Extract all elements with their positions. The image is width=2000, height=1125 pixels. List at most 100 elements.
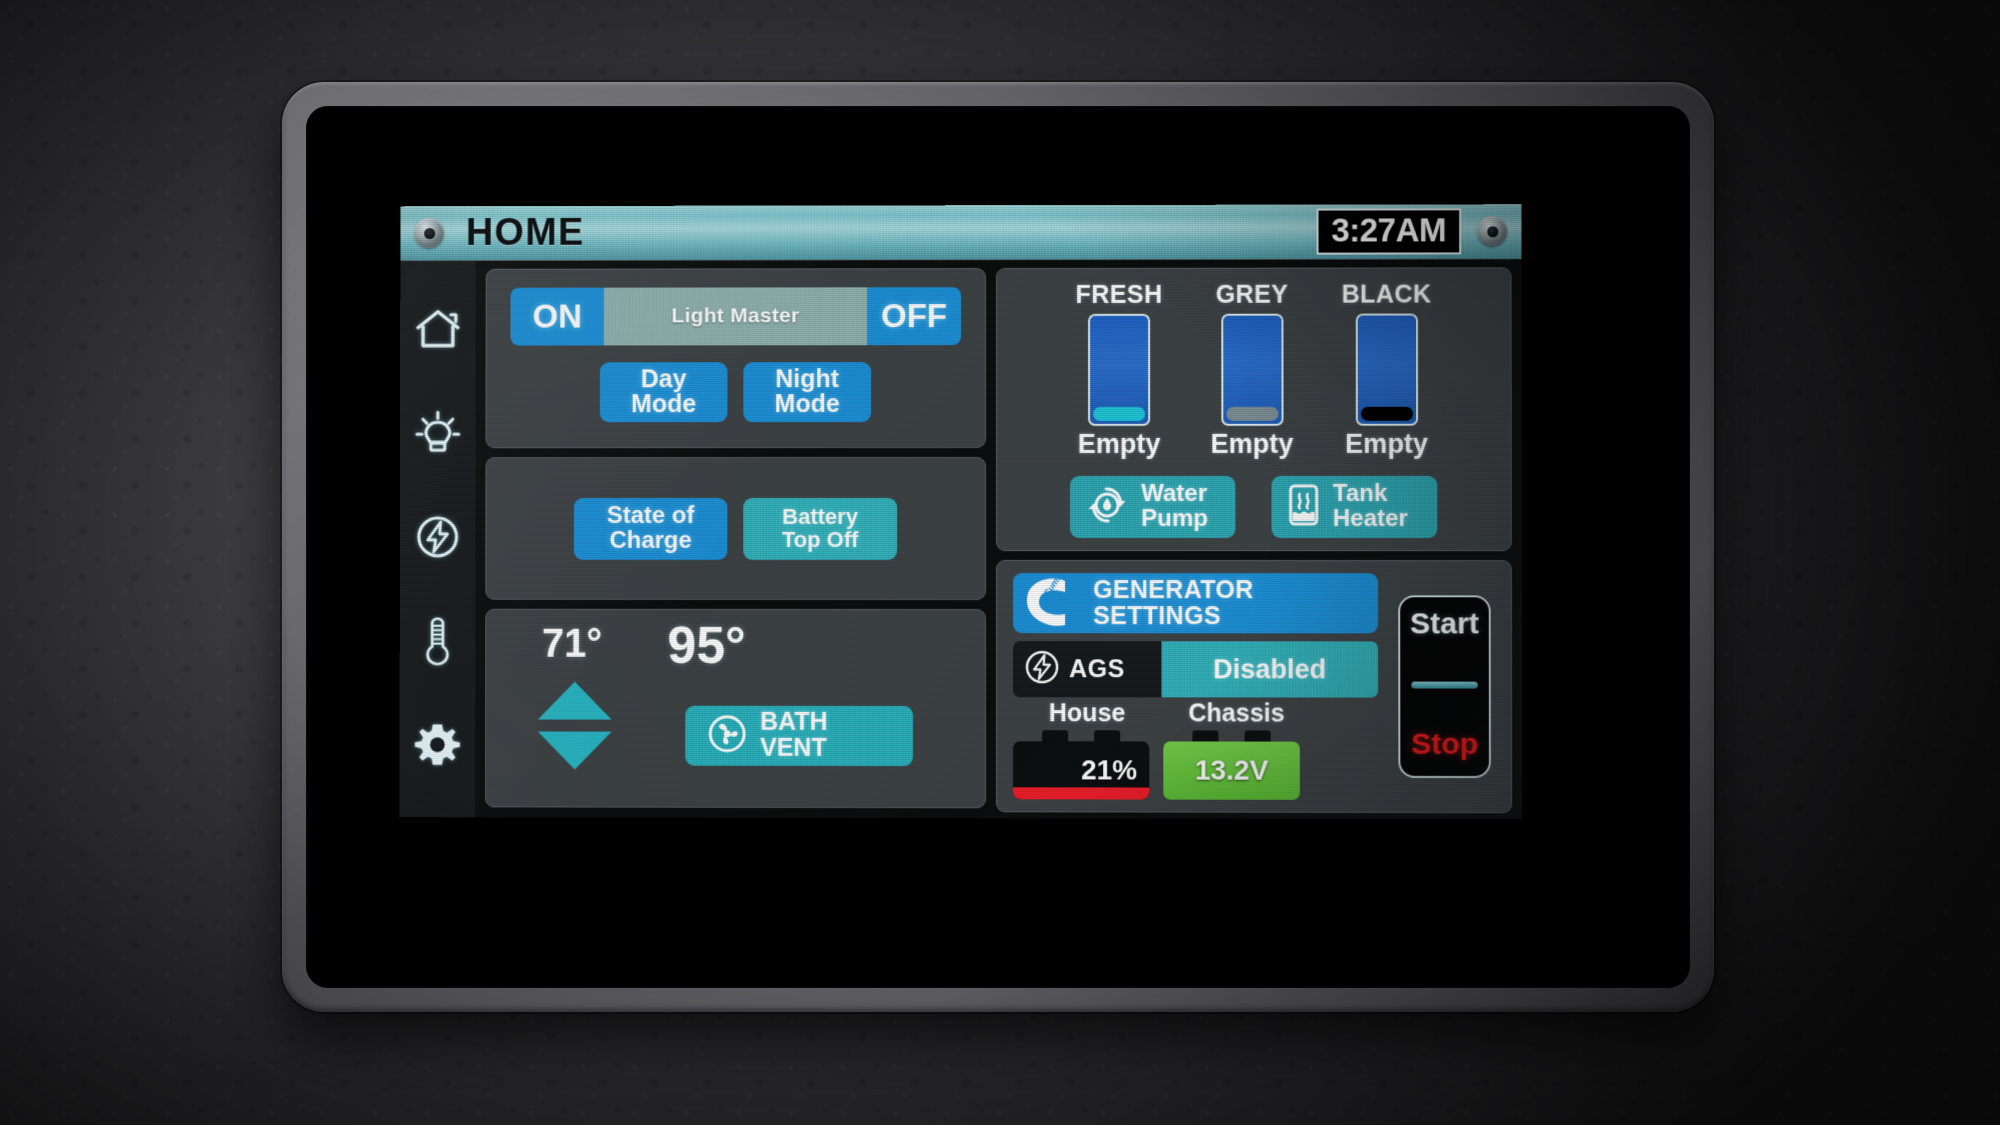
water-pump-icon bbox=[1084, 483, 1130, 530]
tank-black-gauge bbox=[1355, 313, 1418, 426]
chassis-battery-terminals bbox=[1163, 730, 1300, 742]
state-of-charge-button[interactable]: State of Charge bbox=[573, 497, 728, 560]
tank-grey-name: GREY bbox=[1215, 280, 1289, 309]
tank-grey[interactable]: GREY Empty bbox=[1211, 281, 1294, 460]
thermometer-icon bbox=[423, 615, 453, 667]
battery-labels-row: House Chassis bbox=[1013, 699, 1378, 729]
tank-heater-button[interactable]: Tank Heater bbox=[1271, 475, 1438, 539]
generator-right-column: Start Stop bbox=[1392, 573, 1497, 800]
battery-terminal bbox=[1244, 730, 1271, 742]
tank-fresh-fill bbox=[1093, 406, 1146, 421]
generator-settings-button[interactable]: Cummins GENERATOR SETTINGS bbox=[1013, 573, 1379, 634]
day-mode-button[interactable]: Day Mode bbox=[599, 362, 728, 423]
screw-icon bbox=[1477, 216, 1508, 247]
tanks-card: FRESH Empty GREY Empty BLACK Empty Water… bbox=[996, 267, 1512, 552]
clock-display[interactable]: 3:27AM bbox=[1316, 208, 1462, 255]
generator-settings-label: GENERATOR SETTINGS bbox=[1093, 576, 1254, 631]
house-icon bbox=[414, 307, 462, 351]
bath-vent-label-line1: BATH bbox=[760, 708, 828, 737]
tank-fresh-status: Empty bbox=[1077, 428, 1161, 459]
water-pump-button[interactable]: Water Pump bbox=[1070, 475, 1236, 539]
sidebar-nav bbox=[399, 260, 476, 818]
generator-left-column: Cummins GENERATOR SETTINGS bbox=[1013, 573, 1379, 800]
screw-icon bbox=[414, 218, 445, 249]
battery-top-off-button[interactable]: Battery Top Off bbox=[743, 497, 898, 560]
tank-fresh-name: FRESH bbox=[1075, 280, 1163, 309]
battery-indicator-row: 21% 13.2V bbox=[1013, 730, 1378, 800]
sidebar-item-lights[interactable] bbox=[408, 402, 468, 464]
display-screen: HOME 3:27AM ON Light Master OFF Day Mode… bbox=[306, 106, 1690, 988]
day-mode-label-line1: Day bbox=[640, 364, 687, 393]
power-lightning-icon bbox=[414, 513, 462, 561]
chassis-battery-label: Chassis bbox=[1188, 699, 1285, 728]
tank-heater-label: Tank Heater bbox=[1332, 480, 1408, 533]
generator-stop-button[interactable]: Stop bbox=[1411, 728, 1478, 762]
cummins-logo-icon: Cummins bbox=[1021, 573, 1083, 629]
sidebar-item-home[interactable] bbox=[408, 298, 468, 360]
topoff-label-line1: Battery bbox=[782, 503, 858, 529]
topoff-label-line2: Top Off bbox=[781, 526, 859, 552]
tank-gauge-row: FRESH Empty GREY Empty BLACK Empty bbox=[1015, 280, 1493, 460]
fan-icon bbox=[707, 713, 747, 758]
triangle-down-icon[interactable] bbox=[537, 731, 612, 770]
tank-black-name: BLACK bbox=[1341, 280, 1432, 309]
soc-label-line1: State of bbox=[606, 501, 695, 529]
generator-card: Cummins GENERATOR SETTINGS bbox=[996, 560, 1513, 814]
main-content: ON Light Master OFF Day Mode Night Mode … bbox=[475, 259, 1522, 819]
tank-grey-fill bbox=[1225, 406, 1279, 421]
chassis-battery-body: 13.2V bbox=[1163, 741, 1300, 800]
generator-start-button[interactable]: Start bbox=[1410, 607, 1479, 641]
battery-terminal bbox=[1042, 730, 1069, 742]
night-mode-label-line2: Mode bbox=[774, 390, 840, 419]
generator-settings-line2: SETTINGS bbox=[1093, 602, 1221, 631]
sidebar-item-power[interactable] bbox=[408, 506, 468, 568]
light-mode-row: Day Mode Night Mode bbox=[510, 362, 961, 423]
light-master-label: Light Master bbox=[603, 287, 868, 346]
generator-start-stop-rocker[interactable]: Start Stop bbox=[1398, 595, 1491, 779]
tank-grey-gauge bbox=[1220, 313, 1284, 426]
sidebar-item-settings[interactable] bbox=[408, 714, 468, 776]
tank-button-row: Water Pump Tank Heater bbox=[1015, 475, 1493, 539]
chassis-battery-indicator[interactable]: 13.2V bbox=[1163, 730, 1300, 800]
climate-card: 71° 95° BATH VENT bbox=[485, 608, 986, 809]
house-battery-value: 21% bbox=[1081, 754, 1138, 786]
bath-vent-label: BATH VENT bbox=[760, 708, 828, 762]
triangle-up-icon[interactable] bbox=[537, 681, 612, 720]
night-mode-button[interactable]: Night Mode bbox=[743, 362, 872, 423]
day-mode-label-line2: Mode bbox=[631, 390, 697, 419]
lights-card: ON Light Master OFF Day Mode Night Mode bbox=[485, 268, 987, 449]
house-battery-fill bbox=[1013, 787, 1150, 800]
bath-vent-label-line2: VENT bbox=[760, 733, 827, 762]
battery-terminal bbox=[1192, 730, 1219, 742]
battery-terminal bbox=[1094, 730, 1121, 742]
battery-card: State of Charge Battery Top Off bbox=[485, 456, 987, 601]
ags-state-button[interactable]: Disabled bbox=[1161, 641, 1379, 698]
light-master-on-button[interactable]: ON bbox=[510, 287, 605, 346]
right-column: FRESH Empty GREY Empty BLACK Empty Water… bbox=[996, 267, 1513, 814]
left-column: ON Light Master OFF Day Mode Night Mode … bbox=[485, 268, 987, 809]
ags-label-block[interactable]: AGS bbox=[1013, 641, 1162, 698]
outside-temperature: 95° bbox=[667, 616, 746, 675]
water-pump-label: Water Pump bbox=[1141, 480, 1209, 533]
monitor-bezel: HOME 3:27AM ON Light Master OFF Day Mode… bbox=[282, 82, 1714, 1012]
tank-black[interactable]: BLACK Empty bbox=[1342, 280, 1432, 459]
tank-fresh[interactable]: FRESH Empty bbox=[1076, 281, 1163, 460]
rocker-divider bbox=[1411, 681, 1478, 689]
dashboard-background: HOME 3:27AM ON Light Master OFF Day Mode… bbox=[0, 0, 2000, 1125]
house-battery-indicator[interactable]: 21% bbox=[1013, 730, 1150, 800]
tank-black-status: Empty bbox=[1345, 428, 1429, 459]
sidebar-item-climate[interactable] bbox=[408, 610, 468, 672]
tank-heater-label-line2: Heater bbox=[1332, 504, 1408, 533]
control-panel-ui: HOME 3:27AM ON Light Master OFF Day Mode… bbox=[399, 204, 1523, 820]
tank-grey-status: Empty bbox=[1210, 428, 1294, 459]
bath-vent-button[interactable]: BATH VENT bbox=[685, 705, 913, 767]
power-lightning-icon bbox=[1023, 648, 1061, 691]
tank-fresh-gauge bbox=[1088, 313, 1151, 426]
light-bulb-icon bbox=[415, 409, 461, 457]
water-pump-label-line2: Pump bbox=[1141, 504, 1209, 533]
tank-black-fill bbox=[1360, 406, 1413, 421]
light-master-toggle: ON Light Master OFF bbox=[510, 287, 962, 346]
title-bar: HOME 3:27AM bbox=[400, 204, 1522, 262]
soc-label-line2: Charge bbox=[609, 526, 692, 554]
light-master-off-button[interactable]: OFF bbox=[867, 287, 962, 346]
